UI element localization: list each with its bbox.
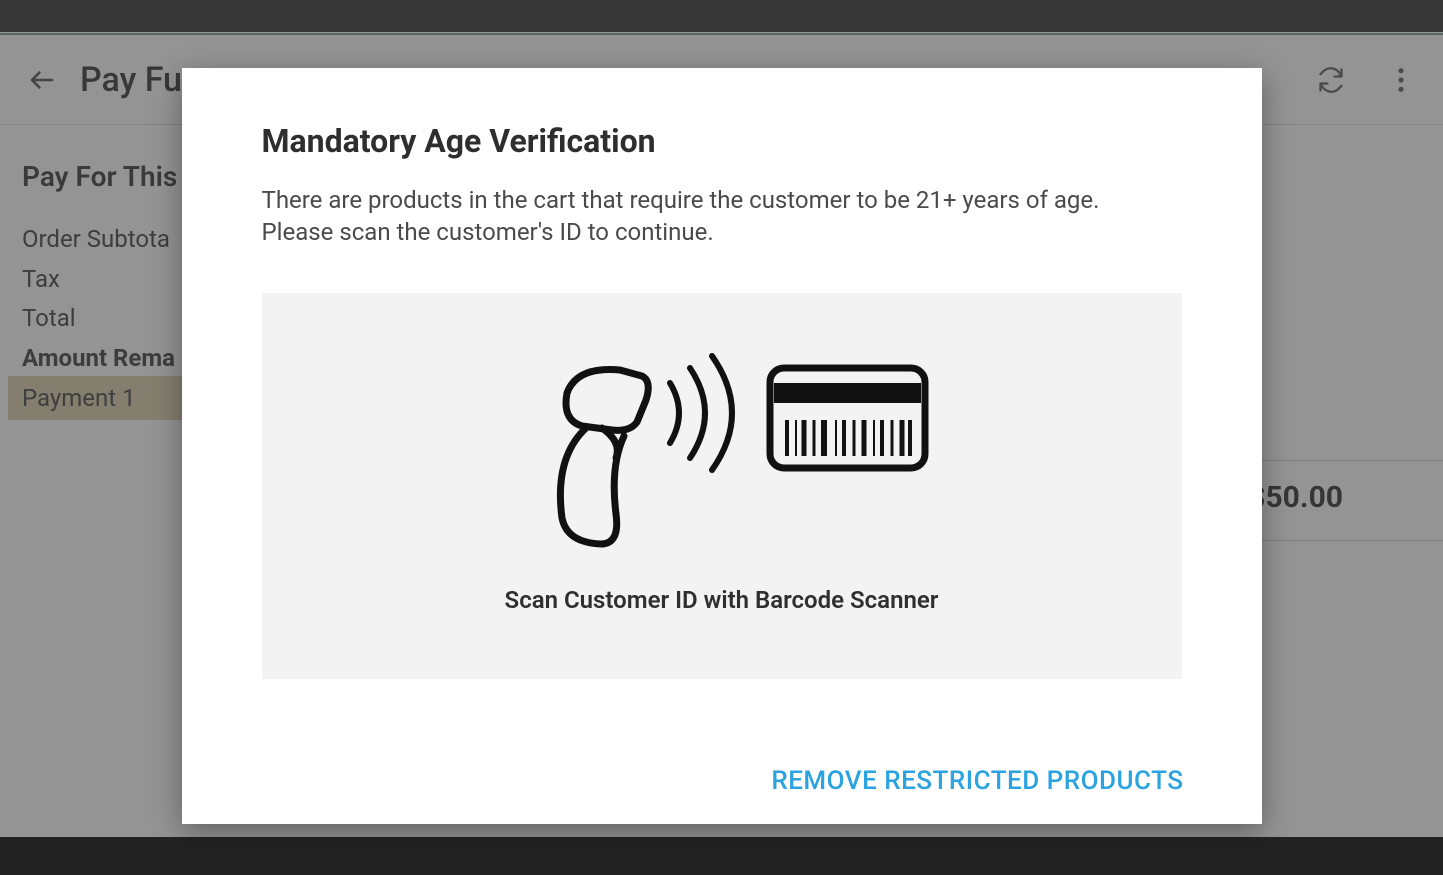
remove-restricted-products-button[interactable]: REMOVE RESTRICTED PRODUCTS xyxy=(771,766,1183,796)
scan-panel: Scan Customer ID with Barcode Scanner xyxy=(262,293,1182,679)
modal-title: Mandatory Age Verification xyxy=(262,122,1182,160)
modal-footer: REMOVE RESTRICTED PRODUCTS xyxy=(771,766,1183,796)
scan-caption: Scan Customer ID with Barcode Scanner xyxy=(505,586,939,614)
age-verification-modal: Mandatory Age Verification There are pro… xyxy=(182,68,1262,824)
scan-illustration xyxy=(512,348,932,558)
modal-description: There are products in the cart that requ… xyxy=(262,184,1182,249)
barcode-scanner-icon xyxy=(512,348,932,558)
modal-description-line2: Please scan the customer's ID to continu… xyxy=(262,218,714,246)
page-root: Pay Fu Pay For This Order Subtota xyxy=(0,0,1443,875)
modal-description-line1: There are products in the cart that requ… xyxy=(262,186,1100,214)
